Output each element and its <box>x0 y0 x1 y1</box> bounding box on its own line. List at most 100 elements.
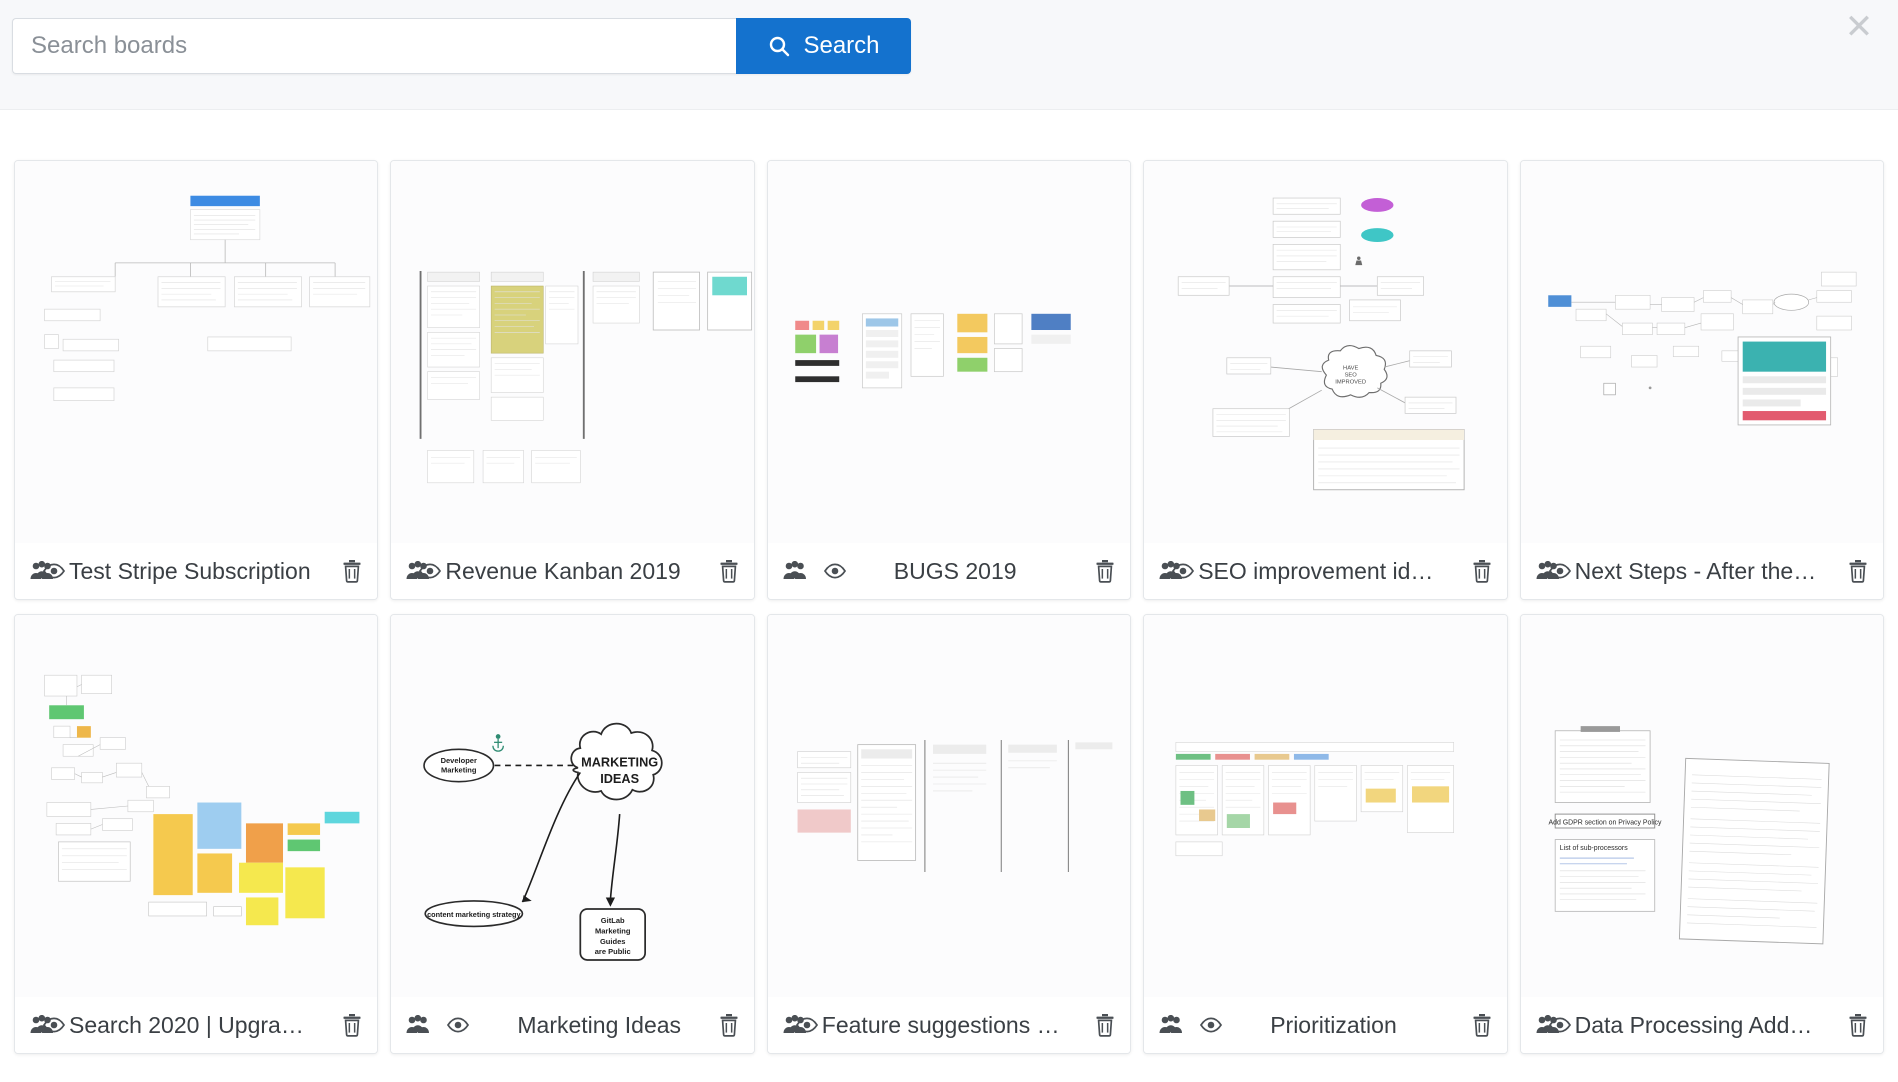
board-card[interactable]: Test Stripe Subscription <box>14 160 379 600</box>
board-badges <box>1158 1015 1224 1035</box>
box-gitlab-line1: GitLab <box>601 916 625 925</box>
board-card[interactable]: Search 2020 | Upgra… <box>14 614 379 1054</box>
board-thumbnail-revenue-kanban-2019 <box>391 161 754 543</box>
search-toolbar: Search ✕ <box>0 0 1898 110</box>
eye-icon <box>795 1017 818 1033</box>
node-content-strategy: content marketing strategy <box>427 910 521 919</box>
board-thumbnail-search-2020-upgrade <box>15 615 378 997</box>
board-card-footer: BUGS 2019 <box>767 543 1131 599</box>
board-title: Test Stripe Subscription <box>69 557 311 584</box>
board-title: Revenue Kanban 2019 <box>445 557 681 584</box>
board-card-footer: Data Processing Add… <box>1520 997 1883 1053</box>
users-group-icon <box>1159 1015 1183 1033</box>
delete-board-button[interactable] <box>718 559 740 583</box>
svg-text:List of sub-processors: List of sub-processors <box>1559 845 1627 852</box>
board-thumbnail-next-steps-after-the <box>1520 161 1883 543</box>
board-badges <box>29 1015 67 1035</box>
eye-icon <box>42 563 66 579</box>
board-title: SEO improvement id… <box>1198 557 1434 584</box>
search-input[interactable] <box>12 18 736 74</box>
board-card[interactable]: Developer Marketing MARKETING IDEAS cont… <box>390 614 755 1054</box>
board-card[interactable]: Prioritization <box>1143 614 1508 1054</box>
search-button-label: Search <box>803 32 880 59</box>
board-card[interactable]: Revenue Kanban 2019 <box>390 160 755 600</box>
delete-board-button[interactable] <box>1847 559 1869 583</box>
trash-icon <box>343 1014 361 1037</box>
board-badges <box>405 1015 471 1035</box>
board-card-footer: SEO improvement id… <box>1144 543 1507 599</box>
eye-icon <box>447 1017 470 1033</box>
board-badges <box>782 561 848 581</box>
board-card[interactable]: HAVE SEO IMPROVED SEO improvement id… <box>1143 160 1508 600</box>
trash-icon <box>720 1014 738 1037</box>
svg-text:IMPROVED: IMPROVED <box>1335 379 1366 385</box>
board-title: Next Steps - After the… <box>1574 557 1817 584</box>
board-title: Search 2020 | Upgra… <box>69 1011 304 1038</box>
cloud-label-line1: MARKETING <box>582 755 659 770</box>
search-icon <box>767 34 791 58</box>
board-badges <box>782 1015 820 1035</box>
board-card-footer: Prioritization <box>1144 997 1507 1053</box>
trash-icon <box>1096 560 1114 583</box>
box-gitlab-line3: Guides <box>600 937 625 946</box>
delete-board-button[interactable] <box>1471 1013 1493 1037</box>
board-title: Data Processing Add… <box>1574 1011 1813 1038</box>
eye-icon <box>419 563 442 579</box>
delete-board-button[interactable] <box>341 559 363 583</box>
eye-icon <box>1172 563 1195 579</box>
board-badges <box>405 561 443 581</box>
node-developer-marketing-line2: Marketing <box>441 765 477 774</box>
board-card-footer: Revenue Kanban 2019 <box>391 543 754 599</box>
board-badges <box>29 561 67 581</box>
trash-icon <box>1849 560 1867 583</box>
board-thumbnail-marketing-ideas: Developer Marketing MARKETING IDEAS cont… <box>391 615 754 997</box>
board-card[interactable]: Next Steps - After the… <box>1519 160 1884 600</box>
trash-icon <box>1473 1014 1491 1037</box>
board-title: Feature suggestions … <box>821 1011 1060 1038</box>
delete-board-button[interactable] <box>1471 559 1493 583</box>
delete-board-button[interactable] <box>341 1013 363 1037</box>
close-button[interactable]: ✕ <box>1842 10 1876 44</box>
eye-icon <box>42 1017 66 1033</box>
eye-icon <box>1200 1017 1223 1033</box>
users-group-icon <box>406 1015 430 1033</box>
board-card-footer: Next Steps - After the… <box>1520 543 1883 599</box>
delete-board-button[interactable] <box>1094 559 1116 583</box>
board-card-footer: Feature suggestions … <box>767 997 1131 1053</box>
board-card[interactable]: Feature suggestions … <box>766 614 1132 1054</box>
cloud-label-line2: IDEAS <box>601 771 640 786</box>
board-badges <box>1535 1015 1573 1035</box>
search-button[interactable]: Search <box>736 18 911 74</box>
box-gitlab-line4: are Public <box>595 947 631 956</box>
eye-icon <box>1548 1017 1571 1033</box>
board-thumbnail-feature-suggestions <box>767 615 1131 997</box>
svg-text:Add GDPR section on Privacy Po: Add GDPR section on Privacy Policy <box>1548 820 1662 827</box>
eye-icon <box>1548 563 1571 579</box>
board-badges <box>1158 561 1196 581</box>
trash-icon <box>1473 560 1491 583</box>
board-thumbnail-test-stripe-subscription <box>15 161 378 543</box>
search-group: Search <box>12 18 911 74</box>
svg-text:HAVE: HAVE <box>1343 365 1358 371</box>
anchor-icon <box>492 734 505 752</box>
delete-board-button[interactable] <box>1094 1013 1116 1037</box>
board-card[interactable]: Add GDPR section on Privacy Policy List … <box>1519 614 1884 1054</box>
box-gitlab-line2: Marketing <box>595 926 631 935</box>
board-thumbnail-data-processing-addendum: Add GDPR section on Privacy Policy List … <box>1520 615 1883 997</box>
board-card-footer: Search 2020 | Upgra… <box>15 997 378 1053</box>
board-card-footer: Test Stripe Subscription <box>15 543 378 599</box>
board-card[interactable]: BUGS 2019 <box>766 160 1132 600</box>
boards-grid: Test Stripe Subscription Revenue Kanban … <box>0 160 1898 1054</box>
delete-board-button[interactable] <box>718 1013 740 1037</box>
users-group-icon <box>783 561 806 579</box>
board-badges <box>1535 561 1573 581</box>
trash-icon <box>1849 1014 1867 1037</box>
board-thumbnail-seo-improvement-ideas: HAVE SEO IMPROVED <box>1144 161 1507 543</box>
board-title: BUGS 2019 <box>893 557 1017 584</box>
board-title: Marketing Ideas <box>517 1011 682 1038</box>
eye-icon <box>823 563 846 579</box>
board-card-footer: Marketing Ideas <box>391 997 754 1053</box>
trash-icon <box>720 560 738 583</box>
delete-board-button[interactable] <box>1847 1013 1869 1037</box>
node-developer-marketing-line1: Developer <box>441 756 477 765</box>
